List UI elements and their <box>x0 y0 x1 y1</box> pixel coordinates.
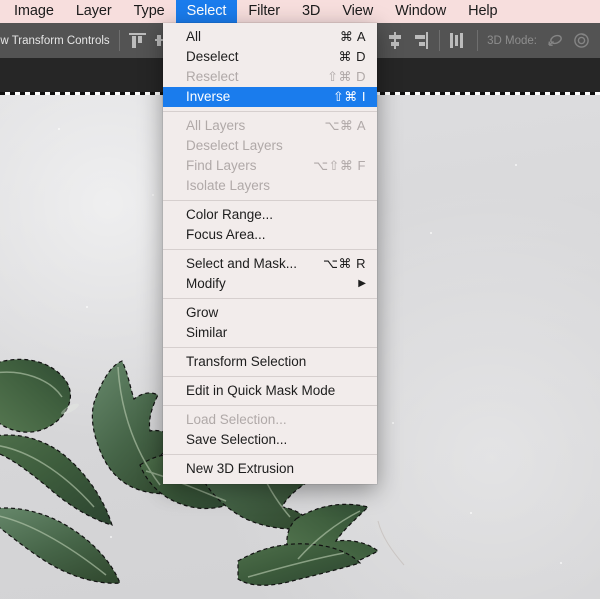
menu-item-label: Reselect <box>186 69 239 84</box>
align-right-edges-icon[interactable] <box>413 32 430 49</box>
menu-item-shortcut: ⌘ D <box>338 49 366 64</box>
menu-item-label: Deselect <box>186 49 239 64</box>
menu-item-label: Deselect Layers <box>186 138 283 153</box>
toolbar-divider <box>118 30 120 51</box>
menubar-item-help[interactable]: Help <box>457 0 508 23</box>
rotate-3d-icon[interactable] <box>547 32 564 49</box>
menu-item-label: Inverse <box>186 89 231 104</box>
menu-separator <box>163 249 377 250</box>
submenu-arrow-icon: ▶ <box>358 278 366 289</box>
menu-bar: Image Layer Type Select Filter 3D View Window He… <box>0 0 600 23</box>
menu-item-label: Similar <box>186 325 228 340</box>
roll-3d-icon[interactable] <box>573 32 590 49</box>
menu-separator <box>163 347 377 348</box>
menu-item-grow[interactable]: Grow <box>163 303 377 323</box>
menu-item-inverse[interactable]: Inverse ⇧⌘ I <box>163 87 377 107</box>
mode-3d-icon-group <box>547 32 590 49</box>
toolbar-divider-3 <box>477 30 479 51</box>
menu-item-shortcut: ⌘ A <box>339 29 366 44</box>
menu-item-label: Find Layers <box>186 158 257 173</box>
menu-item-label: Save Selection... <box>186 432 288 447</box>
menu-separator <box>163 405 377 406</box>
menu-item-label: Isolate Layers <box>186 178 271 193</box>
menu-item-deselect-layers: Deselect Layers <box>163 136 377 156</box>
menu-item-modify[interactable]: Modify ▶ <box>163 274 377 294</box>
menu-item-find-layers: Find Layers ⌥⇧⌘ F <box>163 156 377 176</box>
menu-item-color-range[interactable]: Color Range... <box>163 205 377 225</box>
menu-separator <box>163 111 377 112</box>
align-horizontal-centers-icon[interactable] <box>387 32 404 49</box>
menu-item-edit-in-quick-mask-mode[interactable]: Edit in Quick Mask Mode <box>163 381 377 401</box>
menu-item-similar[interactable]: Similar <box>163 323 377 343</box>
menubar-item-view[interactable]: View <box>331 0 384 23</box>
distribute-icon[interactable] <box>449 32 466 49</box>
menu-separator <box>163 376 377 377</box>
menu-item-label: Grow <box>186 305 219 320</box>
align-top-edges-icon[interactable] <box>128 32 146 49</box>
menu-item-load-selection: Load Selection... <box>163 410 377 430</box>
menubar-item-image[interactable]: Image <box>0 0 65 23</box>
menu-item-label: All <box>186 29 202 44</box>
mode-3d-label: 3D Mode: <box>487 34 537 47</box>
menu-item-shortcut: ⌥⌘ A <box>324 118 366 133</box>
menu-item-label: Select and Mask... <box>186 256 298 271</box>
menu-item-all-layers: All Layers ⌥⌘ A <box>163 116 377 136</box>
menubar-item-select[interactable]: Select <box>175 0 238 23</box>
menubar-item-type[interactable]: Type <box>123 0 176 23</box>
menu-item-label: New 3D Extrusion <box>186 461 295 476</box>
menu-separator <box>163 454 377 455</box>
menu-item-label: Modify <box>186 276 226 291</box>
menu-item-shortcut: ⇧⌘ I <box>332 89 366 104</box>
menu-item-label: Transform Selection <box>186 354 307 369</box>
menubar-item-layer[interactable]: Layer <box>65 0 123 23</box>
menubar-item-filter[interactable]: Filter <box>237 0 291 23</box>
menu-item-label: Edit in Quick Mask Mode <box>186 383 336 398</box>
menu-item-label: All Layers <box>186 118 246 133</box>
transform-controls-label: ow Transform Controls <box>0 34 110 47</box>
menu-item-shortcut: ⌥⌘ R <box>323 256 366 271</box>
toolbar-divider-2 <box>439 30 441 51</box>
menu-separator <box>163 298 377 299</box>
menubar-item-3d[interactable]: 3D <box>291 0 331 23</box>
menu-item-new-3d-extrusion[interactable]: New 3D Extrusion <box>163 459 377 479</box>
menu-item-label: Focus Area... <box>186 227 266 242</box>
menu-item-deselect[interactable]: Deselect ⌘ D <box>163 47 377 67</box>
menubar-item-window[interactable]: Window <box>384 0 457 23</box>
menu-item-select-and-mask[interactable]: Select and Mask... ⌥⌘ R <box>163 254 377 274</box>
menu-item-shortcut: ⌥⇧⌘ F <box>313 158 366 173</box>
menu-item-all[interactable]: All ⌘ A <box>163 27 377 47</box>
menu-item-label: Load Selection... <box>186 412 287 427</box>
select-dropdown-menu[interactable]: All ⌘ A Deselect ⌘ D Reselect ⇧⌘ D Inverse ⇧⌘ I… <box>163 23 377 484</box>
menu-item-label: Color Range... <box>186 207 274 222</box>
menu-item-isolate-layers: Isolate Layers <box>163 176 377 196</box>
photoshop-window: Image Layer Type Select Filter 3D View Window He… <box>0 0 600 599</box>
menu-item-shortcut: ⇧⌘ D <box>327 69 366 84</box>
menu-separator <box>163 200 377 201</box>
menu-item-reselect: Reselect ⇧⌘ D <box>163 67 377 87</box>
menu-item-transform-selection[interactable]: Transform Selection <box>163 352 377 372</box>
menu-item-save-selection[interactable]: Save Selection... <box>163 430 377 450</box>
menu-item-focus-area[interactable]: Focus Area... <box>163 225 377 245</box>
